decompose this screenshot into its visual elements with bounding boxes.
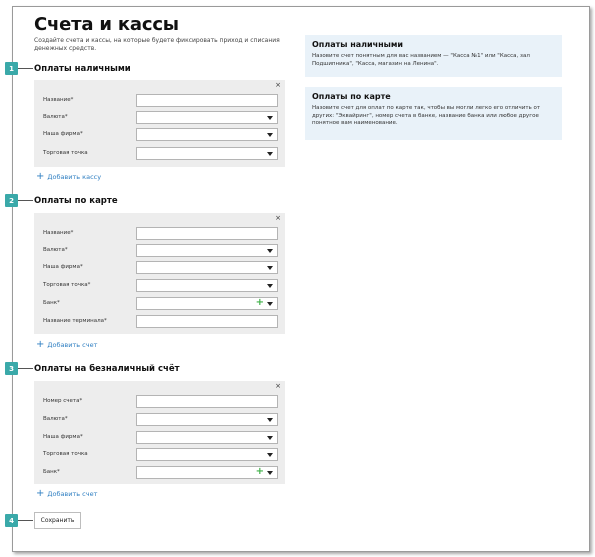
plus-icon: +	[36, 171, 45, 182]
field-label: Торговая точка	[43, 451, 88, 457]
section-heading-bank-transfer: Оплаты на безналичный счёт	[34, 364, 180, 374]
close-icon[interactable]: ×	[275, 81, 281, 89]
add-link-label: Добавить счет	[47, 341, 98, 349]
chevron-down-icon	[267, 152, 273, 156]
bank-select[interactable]: +	[136, 466, 278, 479]
field-row: Валюта*	[34, 111, 285, 125]
field-label: Название*	[43, 97, 74, 103]
step-marker-3: 3	[5, 362, 18, 375]
chevron-down-icon	[267, 436, 273, 440]
add-card-account-link[interactable]: + Добавить счет	[36, 340, 97, 350]
field-label: Название терминала*	[43, 318, 107, 324]
field-row: Торговая точка*	[34, 279, 285, 293]
field-row: Название*	[34, 94, 285, 108]
info-text: Назовите счет понятным для вас названием…	[312, 53, 530, 67]
field-label: Банк*	[43, 469, 60, 475]
marker-connector	[18, 68, 33, 69]
company-select[interactable]	[136, 128, 278, 141]
field-label: Валюта*	[43, 416, 68, 422]
field-label: Торговая точка*	[43, 282, 91, 288]
chevron-down-icon	[267, 249, 273, 253]
store-select[interactable]	[136, 448, 278, 461]
step-marker-4: 4	[5, 514, 18, 527]
cash-form: × Название* Валюта* Наша фирма* Торговая…	[34, 80, 285, 167]
add-bank-account-link[interactable]: + Добавить счет	[36, 489, 97, 499]
info-box-cash: Оплаты наличными Назовите счет понятным …	[305, 35, 562, 77]
close-icon[interactable]: ×	[275, 214, 281, 222]
chevron-down-icon	[267, 302, 273, 306]
chevron-down-icon	[267, 418, 273, 422]
add-bank-icon[interactable]: +	[256, 297, 264, 308]
close-icon[interactable]: ×	[275, 382, 281, 390]
store-select[interactable]	[136, 147, 278, 160]
chevron-down-icon	[267, 471, 273, 475]
plus-icon: +	[36, 488, 45, 499]
add-cash-register-link[interactable]: + Добавить кассу	[36, 172, 101, 182]
field-label: Торговая точка	[43, 150, 88, 156]
step-marker-2: 2	[5, 194, 18, 207]
field-row: Номер счета*	[34, 395, 285, 409]
add-link-label: Добавить счет	[47, 490, 98, 498]
field-label: Наша фирма*	[43, 264, 83, 270]
field-label: Банк*	[43, 300, 60, 306]
card-form: × Название* Валюта* Наша фирма* Торговая…	[34, 213, 285, 334]
field-row: Торговая точка	[34, 147, 285, 161]
field-row: Валюта*	[34, 244, 285, 258]
marker-connector	[18, 368, 33, 369]
field-label: Наша фирма*	[43, 434, 83, 440]
field-row: Название терминала*	[34, 315, 285, 329]
plus-icon: +	[36, 339, 45, 350]
chevron-down-icon	[267, 453, 273, 457]
chevron-down-icon	[267, 266, 273, 270]
field-label: Номер счета*	[43, 398, 83, 404]
add-link-label: Добавить кассу	[47, 173, 102, 181]
chevron-down-icon	[267, 116, 273, 120]
company-select[interactable]	[136, 261, 278, 274]
step-marker-1: 1	[5, 62, 18, 75]
section-heading-card: Оплаты по карте	[34, 196, 118, 206]
account-number-input[interactable]	[136, 395, 278, 408]
field-row: Наша фирма*	[34, 431, 285, 445]
info-title: Оплаты по карте	[312, 92, 391, 101]
page-title: Счета и кассы	[34, 14, 179, 35]
field-label: Наша фирма*	[43, 131, 83, 137]
name-input[interactable]	[136, 94, 278, 107]
chevron-down-icon	[267, 133, 273, 137]
field-row: Валюта*	[34, 413, 285, 427]
save-button[interactable]: Сохранить	[34, 512, 81, 529]
info-text: Назовите счет для оплат по карте так, чт…	[312, 105, 541, 126]
add-bank-icon[interactable]: +	[256, 466, 264, 477]
field-row: Наша фирма*	[34, 261, 285, 275]
field-label: Валюта*	[43, 247, 68, 253]
store-select[interactable]	[136, 279, 278, 292]
page-description: Создайте счета и кассы, на которые будет…	[34, 37, 280, 52]
bank-select[interactable]: +	[136, 297, 278, 310]
field-label: Валюта*	[43, 114, 68, 120]
field-row: Наша фирма*	[34, 128, 285, 142]
name-input[interactable]	[136, 227, 278, 240]
info-title: Оплаты наличными	[312, 40, 404, 49]
currency-select[interactable]	[136, 413, 278, 426]
field-row: Торговая точка	[34, 448, 285, 462]
company-select[interactable]	[136, 431, 278, 444]
bank-transfer-form: × Номер счета* Валюта* Наша фирма* Торго…	[34, 381, 285, 484]
field-row: Банк* +	[34, 297, 285, 311]
chevron-down-icon	[267, 284, 273, 288]
terminal-name-input[interactable]	[136, 315, 278, 328]
currency-select[interactable]	[136, 244, 278, 257]
section-heading-cash: Оплаты наличными	[34, 64, 131, 74]
field-row: Название*	[34, 227, 285, 241]
field-row: Банк* +	[34, 466, 285, 480]
info-box-card: Оплаты по карте Назовите счет для оплат …	[305, 87, 562, 140]
marker-connector	[18, 520, 33, 521]
marker-connector	[18, 200, 33, 201]
field-label: Название*	[43, 230, 74, 236]
currency-select[interactable]	[136, 111, 278, 124]
